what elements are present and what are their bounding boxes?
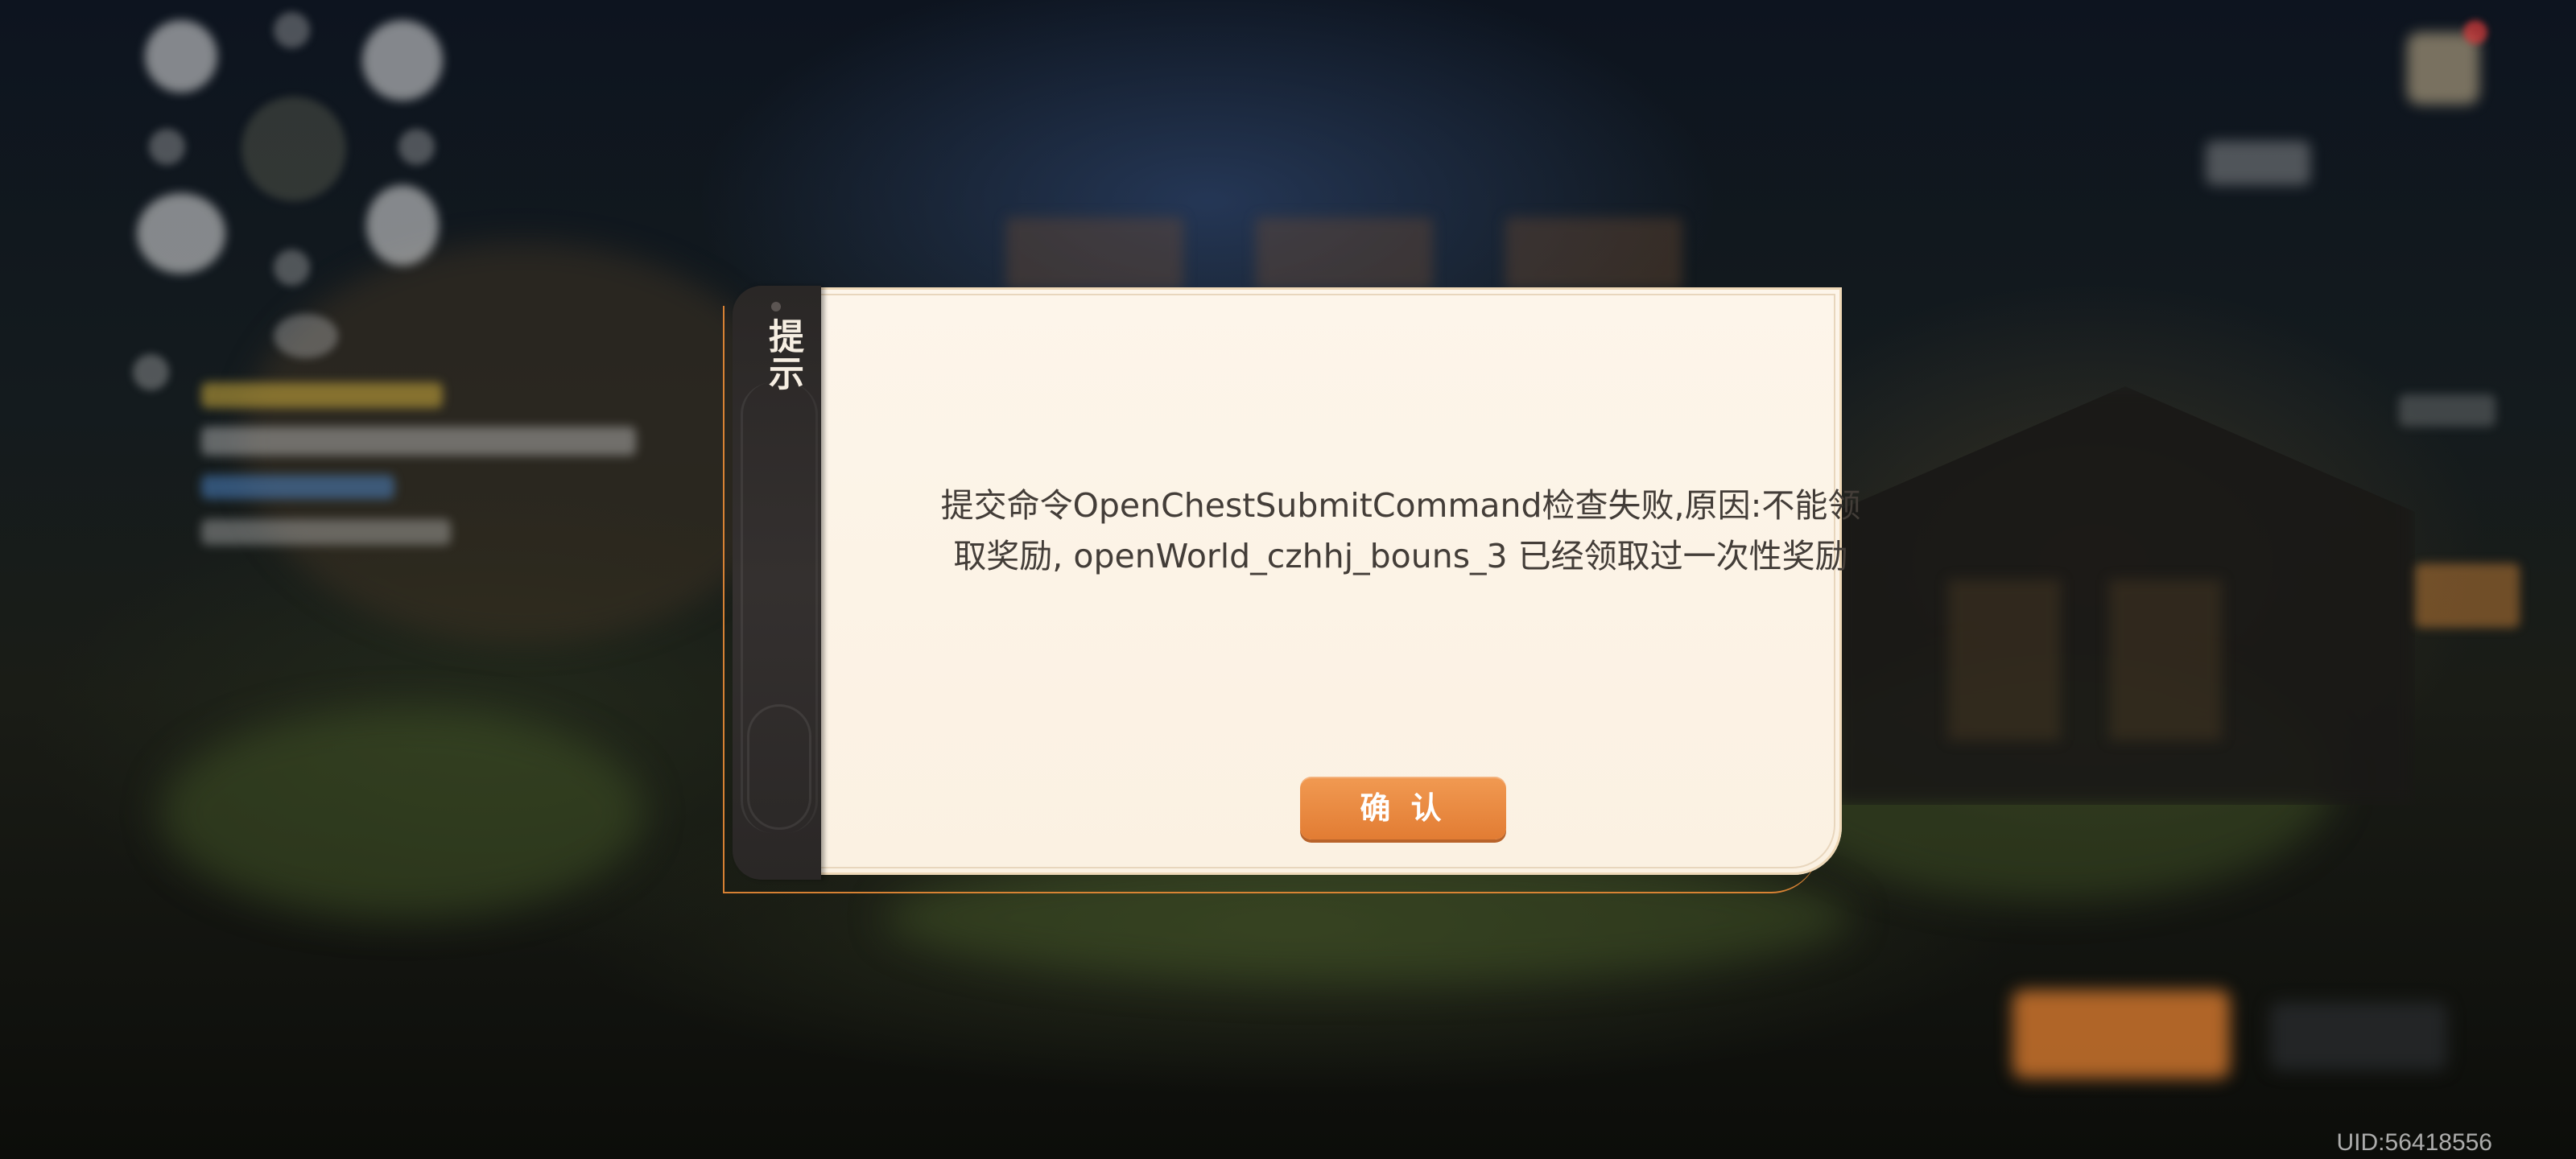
hud-pill bbox=[2206, 141, 2310, 185]
menu-icon bbox=[2407, 32, 2479, 105]
hud-side-item bbox=[2399, 394, 2496, 427]
hud-dot bbox=[398, 129, 435, 165]
hud-skill-icon bbox=[362, 20, 443, 101]
hud-quest-line bbox=[201, 519, 451, 545]
hud-dot bbox=[274, 314, 338, 358]
background-building bbox=[1256, 217, 1433, 290]
hud-dot bbox=[133, 354, 169, 390]
hud-quest-title bbox=[201, 382, 443, 408]
dialog-title-tab: 提示 bbox=[733, 286, 821, 880]
tab-pin-icon bbox=[771, 302, 781, 311]
dialog-message: 提交命令OpenChestSubmitCommand检查失败,原因:不能领取奖励… bbox=[940, 486, 1861, 575]
notification-badge bbox=[2463, 20, 2487, 44]
dialog-panel: 提交命令OpenChestSubmitCommand检查失败,原因:不能领取奖励… bbox=[805, 287, 1860, 875]
hud-quest-line bbox=[201, 427, 636, 456]
background-building bbox=[1505, 217, 1682, 290]
background-foliage bbox=[161, 708, 644, 918]
hud-skill-icon bbox=[145, 20, 217, 93]
hud-side-button bbox=[2415, 563, 2520, 628]
hud-skill-icon bbox=[137, 193, 225, 274]
ornament-icon bbox=[747, 704, 811, 830]
secondary-button-blurred bbox=[2270, 1002, 2447, 1070]
hud-quest-line bbox=[201, 475, 394, 499]
dialog-title: 提示 bbox=[762, 318, 803, 392]
alert-dialog: 提交命令OpenChestSubmitCommand检查失败,原因:不能领取奖励… bbox=[733, 286, 1860, 880]
background-house-window bbox=[2109, 580, 2222, 740]
background-house-window bbox=[1948, 580, 2061, 740]
hud-dot bbox=[274, 12, 310, 48]
confirm-button[interactable]: 确 认 bbox=[1300, 777, 1506, 839]
hud-dot bbox=[274, 250, 310, 286]
background-building bbox=[1006, 217, 1183, 290]
uid-label: UID:56418556 bbox=[2336, 1129, 2492, 1156]
hud-dot bbox=[149, 129, 185, 165]
hud-skill-icon bbox=[366, 185, 439, 266]
hud-joystick bbox=[242, 97, 346, 201]
action-button-blurred bbox=[2013, 990, 2230, 1079]
